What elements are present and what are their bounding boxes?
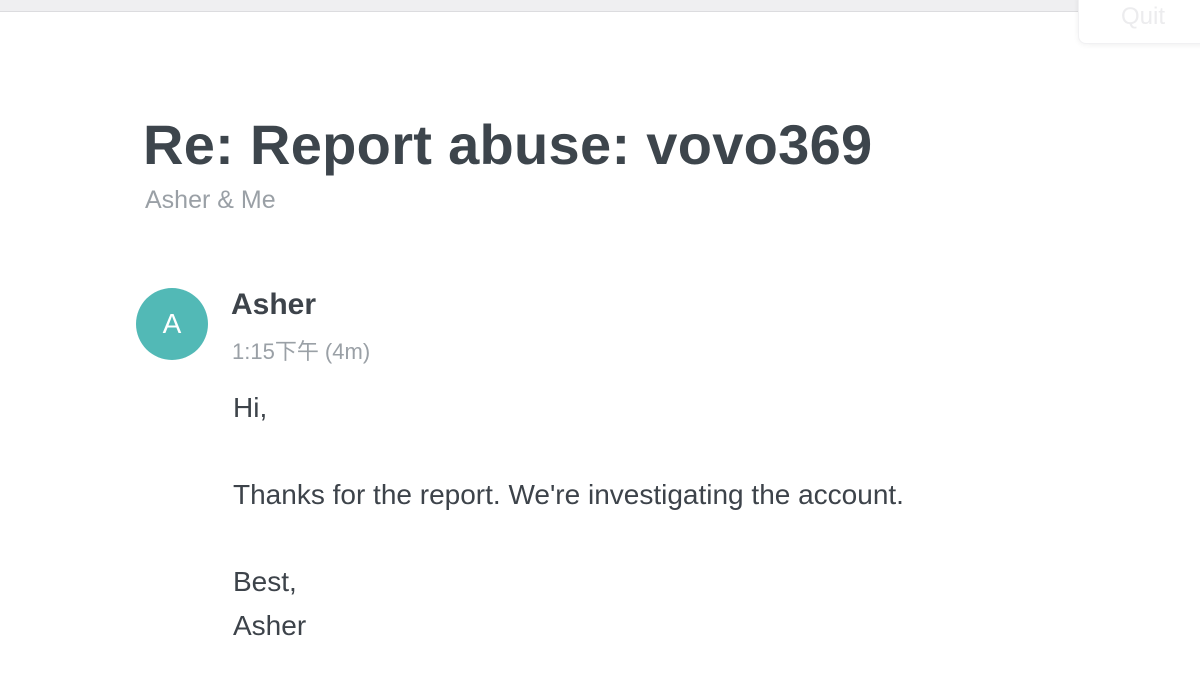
message-line-blank bbox=[233, 430, 1133, 474]
message-line-blank bbox=[233, 517, 1133, 561]
thread-participants: Asher & Me bbox=[145, 186, 276, 214]
quit-button[interactable]: Quit bbox=[1078, 0, 1200, 44]
message-line-signoff: Best, bbox=[233, 566, 297, 597]
message-timestamp: 1:15下午 (4m) bbox=[232, 339, 371, 364]
message-line-content: Thanks for the report. We're investigati… bbox=[233, 479, 904, 510]
thread-subject: Re: Report abuse: vovo369 bbox=[143, 113, 873, 176]
sender-name: Asher bbox=[231, 288, 317, 321]
window-top-bar bbox=[0, 0, 1200, 12]
message-line-signature: Asher bbox=[233, 609, 307, 641]
message-line-greeting: Hi, bbox=[233, 392, 268, 423]
sender-avatar: A bbox=[136, 288, 208, 360]
quit-button-label: Quit bbox=[1121, 3, 1166, 30]
message-body: Hi, Thanks for the report. We're investi… bbox=[233, 386, 1133, 647]
